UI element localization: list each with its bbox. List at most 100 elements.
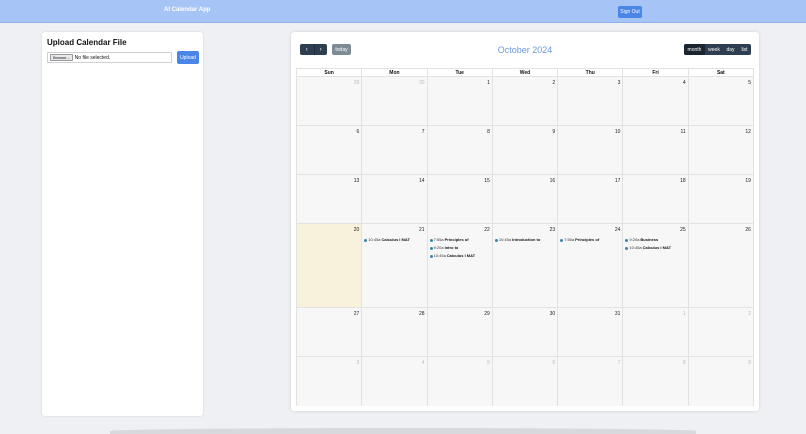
day-cell[interactable]: 15 <box>427 175 493 223</box>
day-cell[interactable]: 10 <box>558 126 624 174</box>
day-number[interactable]: 30 <box>419 80 425 86</box>
day-number[interactable]: 22 <box>484 227 490 233</box>
day-cell[interactable]: 4 <box>623 77 689 125</box>
day-number[interactable]: 5 <box>748 80 751 86</box>
day-cell[interactable]: 29 <box>427 308 493 356</box>
day-number[interactable]: 7 <box>618 360 621 366</box>
day-cell-today[interactable]: 20 <box>297 224 363 307</box>
day-cell[interactable]: 25 9:20a Business 10:45a Calculus I MAT <box>623 224 689 307</box>
day-cell[interactable]: 17 <box>558 175 624 223</box>
day-number[interactable]: 1 <box>683 311 686 317</box>
day-cell[interactable]: 26 <box>688 224 753 307</box>
day-cell[interactable]: 1 <box>427 77 493 125</box>
day-cell[interactable]: 11 <box>623 126 689 174</box>
prev-month-button[interactable]: ‹ <box>300 44 314 55</box>
day-cell[interactable]: 3 <box>297 357 363 406</box>
day-cell[interactable]: 22 7:55a Principles of 9:20a Intro to 10:45a C… <box>427 224 493 307</box>
day-number[interactable]: 6 <box>357 129 360 135</box>
calendar-event[interactable]: 9:20a Intro to <box>429 244 491 252</box>
day-cell[interactable]: 18 <box>623 175 689 223</box>
day-number[interactable]: 2 <box>552 80 555 86</box>
day-number[interactable]: 24 <box>615 227 621 233</box>
day-number[interactable]: 10 <box>615 129 621 135</box>
day-cell[interactable]: 14 <box>362 175 428 223</box>
day-cell[interactable]: 13 <box>297 175 363 223</box>
day-number[interactable]: 8 <box>487 129 490 135</box>
day-number[interactable]: 28 <box>419 311 425 317</box>
day-number[interactable]: 18 <box>680 178 686 184</box>
day-number[interactable]: 14 <box>419 178 425 184</box>
day-number[interactable]: 29 <box>484 311 490 317</box>
day-cell[interactable]: 8 <box>623 357 689 406</box>
file-input[interactable]: Browse... No file selected. <box>47 52 172 63</box>
calendar-event[interactable]: 7:55a Principles of <box>560 236 621 244</box>
day-cell[interactable]: 3 <box>558 77 624 125</box>
day-cell[interactable]: 5 <box>688 77 753 125</box>
day-number[interactable]: 23 <box>550 227 556 233</box>
day-number[interactable]: 26 <box>745 227 751 233</box>
day-cell[interactable]: 21 10:45a Calculus I MAT <box>362 224 428 307</box>
day-number[interactable]: 29 <box>354 80 360 86</box>
day-cell[interactable]: 28 <box>362 308 428 356</box>
day-cell[interactable]: 2 <box>688 308 753 356</box>
upload-button[interactable]: Upload <box>177 51 199 64</box>
sign-out-button[interactable]: Sign Out <box>618 6 642 18</box>
day-number[interactable]: 7 <box>422 129 425 135</box>
day-cell[interactable]: 27 <box>297 308 363 356</box>
day-number[interactable]: 16 <box>550 178 556 184</box>
day-cell[interactable]: 29 <box>297 77 363 125</box>
day-number[interactable]: 31 <box>615 311 621 317</box>
day-number[interactable]: 30 <box>550 311 556 317</box>
day-cell[interactable]: 6 <box>492 357 559 406</box>
day-cell[interactable]: 7 <box>362 126 428 174</box>
day-cell[interactable]: 19 <box>688 175 753 223</box>
day-number[interactable]: 17 <box>615 178 621 184</box>
day-number[interactable]: 27 <box>354 311 360 317</box>
day-number[interactable]: 20 <box>354 227 360 233</box>
next-month-button[interactable]: › <box>313 44 328 55</box>
day-number[interactable]: 9 <box>748 360 751 366</box>
day-cell[interactable]: 9 <box>688 357 753 406</box>
day-cell[interactable]: 2 <box>492 77 559 125</box>
app-title[interactable]: AI Calendar App <box>164 7 210 13</box>
browse-button[interactable]: Browse... <box>50 54 73 61</box>
day-number[interactable]: 21 <box>419 227 425 233</box>
day-number[interactable]: 25 <box>680 227 686 233</box>
day-cell[interactable]: 7 <box>558 357 624 406</box>
day-cell[interactable]: 12 <box>688 126 753 174</box>
day-number[interactable]: 9 <box>552 129 555 135</box>
calendar-event[interactable]: 9:20a Business <box>625 236 686 244</box>
day-cell[interactable]: 4 <box>362 357 428 406</box>
calendar-event[interactable]: 10:45a Calculus I MAT <box>429 252 491 260</box>
day-cell[interactable]: 1 <box>623 308 689 356</box>
calendar-event[interactable]: 10:45a Calculus I MAT <box>625 244 686 252</box>
day-number[interactable]: 3 <box>618 80 621 86</box>
day-number[interactable]: 3 <box>357 360 360 366</box>
day-cell[interactable]: 6 <box>297 126 363 174</box>
day-number[interactable]: 19 <box>745 178 751 184</box>
day-number[interactable]: 11 <box>680 129 685 135</box>
day-cell[interactable]: 8 <box>427 126 493 174</box>
day-number[interactable]: 6 <box>552 360 555 366</box>
day-number[interactable]: 5 <box>487 360 490 366</box>
day-number[interactable]: 8 <box>683 360 686 366</box>
day-number[interactable]: 12 <box>745 129 751 135</box>
day-cell[interactable]: 23 10:45a Introduction to <box>492 224 559 307</box>
day-cell[interactable]: 30 <box>492 308 559 356</box>
calendar-event[interactable]: 10:45a Calculus I MAT <box>364 236 425 244</box>
day-number[interactable]: 13 <box>354 178 360 184</box>
day-cell[interactable]: 16 <box>492 175 559 223</box>
view-list-button[interactable]: list <box>738 44 751 55</box>
day-number[interactable]: 1 <box>487 80 490 86</box>
day-cell[interactable]: 24 7:55a Principles of <box>558 224 624 307</box>
day-number[interactable]: 15 <box>484 178 490 184</box>
view-day-button[interactable]: day <box>723 44 738 55</box>
day-number[interactable]: 2 <box>748 311 751 317</box>
today-button[interactable]: today <box>332 44 351 55</box>
day-cell[interactable]: 5 <box>427 357 493 406</box>
day-number[interactable]: 4 <box>683 80 686 86</box>
view-week-button[interactable]: week <box>705 44 723 55</box>
day-cell[interactable]: 30 <box>362 77 428 125</box>
day-cell[interactable]: 9 <box>492 126 559 174</box>
calendar-event[interactable]: 7:55a Principles of <box>429 236 491 244</box>
